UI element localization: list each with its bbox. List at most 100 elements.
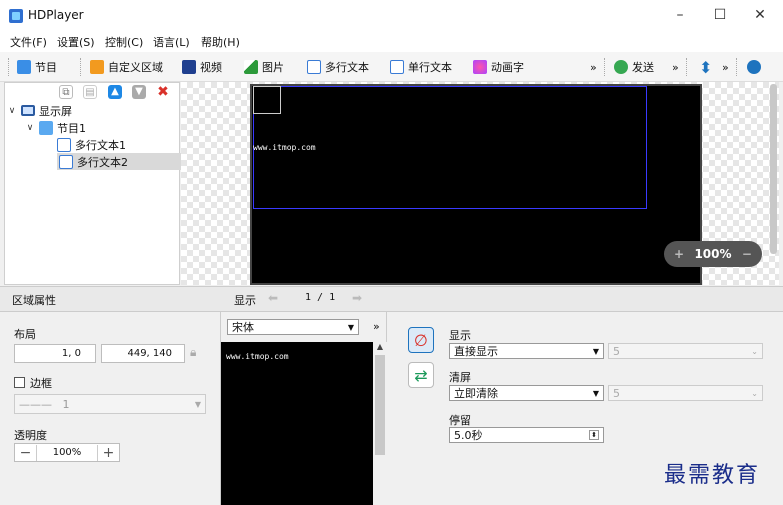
stay-duration-input[interactable]: 5.0秒 ⬍ <box>449 427 604 443</box>
size-value: 449, 140 <box>127 348 172 359</box>
delete-icon[interactable]: ✖ <box>156 85 170 99</box>
position-field[interactable]: 1, 0 <box>14 344 96 363</box>
opacity-minus-button[interactable]: − <box>15 444 37 461</box>
lock-icon[interactable]: 🔒︎ <box>190 345 202 359</box>
scroll-up-icon[interactable]: ▲ <box>373 342 387 351</box>
previous-page-icon[interactable]: ⬅ <box>268 291 278 305</box>
paste-icon[interactable]: ▤ <box>83 85 97 99</box>
display-effect-label: 显示 <box>449 329 471 342</box>
spin-icon[interactable]: ⬍ <box>589 430 599 440</box>
border-checkbox[interactable] <box>14 377 25 388</box>
chevron-down-icon: ▼ <box>347 322 354 332</box>
display-label: 显示 <box>234 294 256 307</box>
toolbar-overflow-3[interactable]: » <box>722 58 729 76</box>
panel-header <box>387 286 783 312</box>
scroll-thumb[interactable] <box>375 355 385 455</box>
tree-node-screen[interactable]: ∨ 显示屏 <box>7 102 72 119</box>
region-handle-box[interactable] <box>253 86 281 114</box>
tree-label: 节目1 <box>57 121 86 135</box>
stay-duration-value: 5.0秒 <box>454 429 483 442</box>
chevron-down-icon[interactable]: ∨ <box>7 106 17 116</box>
move-down-icon[interactable]: ▼ <box>132 85 146 99</box>
video-button[interactable]: 视频 <box>182 58 222 76</box>
image-label: 图片 <box>262 61 284 74</box>
shuffle-icon[interactable]: ⇄ <box>408 362 434 388</box>
opacity-value: 100% <box>52 447 82 458</box>
display-effect-select[interactable]: 直接显示 ▼ <box>449 343 604 359</box>
custom-area-button[interactable]: 自定义区域 <box>90 58 163 76</box>
program-button[interactable]: 节目 <box>17 58 57 76</box>
border-label: 边框 <box>30 377 52 390</box>
editor-text: www.itmop.com <box>226 352 289 361</box>
minimize-button[interactable]: – <box>660 0 700 30</box>
display-text-panel: 显示 ⬅ 1 / 1 ➡ 宋体 ▼ » www.itmop.com ▲ <box>221 286 387 505</box>
copy-icon[interactable]: ⧉ <box>59 85 73 99</box>
chevron-down-icon: ⌄ <box>751 346 758 356</box>
video-label: 视频 <box>200 61 222 74</box>
play-icon <box>747 60 761 74</box>
next-page-icon[interactable]: ➡ <box>352 291 362 305</box>
video-icon <box>182 60 196 74</box>
size-field[interactable]: 449, 140 <box>101 344 185 363</box>
zoom-out-button[interactable]: − <box>742 247 752 261</box>
move-up-icon[interactable]: ▲ <box>108 85 122 99</box>
editor-scrollbar[interactable]: ▲ <box>373 342 387 505</box>
image-icon <box>244 60 258 74</box>
opacity-plus-button[interactable]: + <box>97 444 119 461</box>
single-line-text-icon <box>390 60 404 74</box>
toolbar-separator <box>686 58 687 76</box>
layout-label: 布局 <box>14 328 36 341</box>
send-button[interactable]: 发送 <box>614 58 654 76</box>
border-value: ——— 1 <box>19 397 70 411</box>
menu-settings[interactable]: 设置(S) <box>57 34 95 50</box>
menu-language[interactable]: 语言(L) <box>153 34 190 50</box>
zoom-level: 100% <box>694 247 732 261</box>
program-tree-panel: ⧉ ▤ ▲ ▼ ✖ ∨ 显示屏 ∨ 节目1 多行文本1 多行文本2 <box>4 82 181 285</box>
clear-effect-select[interactable]: 立即清除 ▼ <box>449 385 604 401</box>
multiline-text-label: 多行文本 <box>325 61 369 74</box>
display-speed-value: 5 <box>613 344 620 358</box>
program-icon <box>39 120 53 135</box>
close-button[interactable]: ✕ <box>740 0 780 30</box>
play-button[interactable] <box>747 58 761 76</box>
preview-scrollbar[interactable] <box>770 84 777 254</box>
menu-help[interactable]: 帮助(H) <box>201 34 240 50</box>
single-line-text-label: 单行文本 <box>408 61 452 74</box>
clear-speed-select[interactable]: 5 ⌄ <box>608 385 763 401</box>
tree-label: 显示屏 <box>39 104 72 118</box>
animated-text-button[interactable]: 动画字 <box>473 58 524 76</box>
custom-area-icon <box>90 60 104 74</box>
menu-file[interactable]: 文件(F) <box>10 34 47 50</box>
toolbar-overflow-1[interactable]: » <box>590 58 597 76</box>
chevron-down-icon[interactable]: ∨ <box>25 123 35 133</box>
toolbar-overflow-2[interactable]: » <box>672 58 679 76</box>
text-editor[interactable] <box>221 342 373 505</box>
more-options-button[interactable]: » <box>373 320 380 333</box>
usb-icon[interactable]: ⬍ <box>699 58 712 77</box>
tree-node-program[interactable]: ∨ 节目1 <box>25 119 86 136</box>
multiline-text-button[interactable]: 多行文本 <box>307 58 369 76</box>
menu-control[interactable]: 控制(C) <box>105 34 143 50</box>
tree-label: 多行文本2 <box>77 155 128 169</box>
no-effect-icon[interactable]: ∅ <box>408 327 434 353</box>
toolbar: 节目 自定义区域 视频 图片 多行文本 单行文本 动画字 » 发送 » ⬍ » <box>0 52 783 82</box>
display-speed-select[interactable]: 5 ⌄ <box>608 343 763 359</box>
multiline-text-icon <box>307 60 321 74</box>
image-button[interactable]: 图片 <box>244 58 284 76</box>
font-select[interactable]: 宋体 ▼ <box>227 319 359 335</box>
screen-text: www.itmop.com <box>253 143 316 152</box>
toolbar-grip <box>8 58 9 76</box>
maximize-button[interactable]: ☐ <box>700 0 740 30</box>
watermark: 最需教育 <box>664 463 761 488</box>
chevron-down-icon: ▼ <box>592 346 599 356</box>
zoom-in-button[interactable]: + <box>674 247 684 261</box>
stay-label: 停留 <box>449 414 471 427</box>
tree-node-text-2[interactable]: 多行文本2 <box>57 153 181 170</box>
single-line-text-button[interactable]: 单行文本 <box>390 58 452 76</box>
opacity-stepper[interactable]: − 100% + <box>14 443 120 462</box>
tree-node-text-1[interactable]: 多行文本1 <box>57 136 126 153</box>
text-area-icon <box>57 137 71 152</box>
border-style-select[interactable]: ——— 1 ▼ <box>14 394 206 414</box>
font-value: 宋体 <box>232 321 254 334</box>
app-icon <box>9 9 23 23</box>
